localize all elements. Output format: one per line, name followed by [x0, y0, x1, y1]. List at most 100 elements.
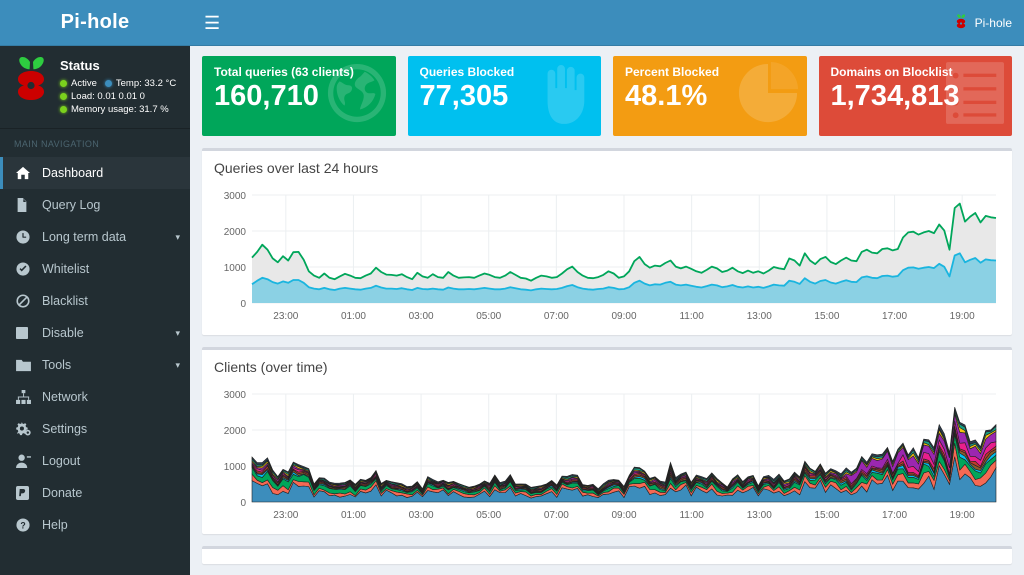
navbar-user-label: Pi-hole — [975, 16, 1012, 30]
svg-text:0: 0 — [240, 498, 246, 509]
content-wrapper: ☰ Pi-hole — [190, 0, 1024, 575]
svg-text:17:00: 17:00 — [882, 510, 907, 521]
status-active-dot — [60, 80, 67, 87]
svg-text:03:00: 03:00 — [409, 510, 434, 521]
sidebar: Pi-hole Status Active — [0, 0, 190, 575]
sidebar-link-whitelist[interactable]: Whitelist — [0, 253, 190, 285]
brand-title[interactable]: Pi-hole — [0, 0, 190, 46]
panel-title: Queries over last 24 hours — [214, 160, 378, 176]
svg-text:23:00: 23:00 — [273, 311, 298, 322]
user-out-icon — [16, 454, 34, 468]
stat-card-value: 48.1% — [625, 79, 795, 113]
sidebar-link-dashboard[interactable]: Dashboard — [0, 157, 190, 189]
svg-text:01:00: 01:00 — [341, 510, 366, 521]
sidebar-item-logout[interactable]: Logout — [0, 445, 190, 477]
sidebar-item-label: Help — [42, 518, 68, 532]
ban-icon — [16, 294, 34, 308]
svg-text:07:00: 07:00 — [544, 311, 569, 322]
stat-card-value: 77,305 — [420, 79, 590, 113]
question-icon: ? — [16, 518, 34, 532]
sidebar-item-label: Network — [42, 390, 88, 404]
status-load-label: Load: 0.01 0.01 0 — [71, 90, 145, 103]
svg-text:19:00: 19:00 — [950, 311, 975, 322]
sidebar-item-settings[interactable]: Settings — [0, 413, 190, 445]
svg-text:05:00: 05:00 — [476, 510, 501, 521]
status-active-line: Active Temp: 33.2 °C — [60, 77, 176, 90]
stat-card-label: Queries Blocked — [420, 65, 590, 79]
sidebar-item-network[interactable]: Network — [0, 381, 190, 413]
status-panel: Status Active Temp: 33.2 °C Load: 0.01 0… — [0, 46, 190, 129]
sidebar-nav: Dashboard Query Log Long term data ▾ Whi… — [0, 157, 190, 575]
folder-icon — [16, 359, 34, 372]
svg-text:?: ? — [20, 521, 25, 531]
sidebar-link-help[interactable]: ? Help — [0, 509, 190, 541]
panel-header: Clients (over time) — [202, 350, 1012, 386]
svg-text:13:00: 13:00 — [747, 510, 772, 521]
stat-cards: Total queries (63 clients) 160,710 Queri… — [202, 56, 1012, 136]
svg-text:07:00: 07:00 — [544, 510, 569, 521]
svg-text:17:00: 17:00 — [882, 311, 907, 322]
sidebar-item-label: Dashboard — [42, 166, 103, 180]
svg-text:1000: 1000 — [224, 462, 247, 473]
stat-card-percent-blocked[interactable]: Percent Blocked 48.1% — [613, 56, 807, 136]
home-icon — [16, 166, 34, 180]
sidebar-item-label: Blacklist — [42, 294, 88, 308]
status-temp-label: Temp: 33.2 °C — [116, 77, 176, 90]
sidebar-item-dashboard[interactable]: Dashboard — [0, 157, 190, 189]
svg-text:13:00: 13:00 — [747, 311, 772, 322]
sidebar-item-label: Whitelist — [42, 262, 89, 276]
status-active-label: Active — [71, 77, 97, 90]
sidebar-link-tools[interactable]: Tools ▾ — [0, 349, 190, 381]
clients-chart[interactable]: 010002000300023:0001:0003:0005:0007:0009… — [212, 386, 1002, 526]
document-icon — [16, 198, 34, 212]
sidebar-item-tools[interactable]: Tools ▾ — [0, 349, 190, 381]
sidebar-link-logout[interactable]: Logout — [0, 445, 190, 477]
raspberry-pi-logo-icon — [8, 56, 54, 112]
stat-card-total-queries[interactable]: Total queries (63 clients) 160,710 — [202, 56, 396, 136]
sidebar-item-label: Long term data — [42, 230, 126, 244]
sidebar-item-donate[interactable]: Donate — [0, 477, 190, 509]
sidebar-link-network[interactable]: Network — [0, 381, 190, 413]
svg-text:0: 0 — [240, 299, 246, 310]
sidebar-link-long-term-data[interactable]: Long term data ▾ — [0, 221, 190, 253]
sidebar-link-query-log[interactable]: Query Log — [0, 189, 190, 221]
chevron-down-icon: ▾ — [175, 232, 180, 243]
stat-card-queries-blocked[interactable]: Queries Blocked 77,305 — [408, 56, 602, 136]
svg-text:11:00: 11:00 — [679, 311, 704, 322]
sidebar-link-settings[interactable]: Settings — [0, 413, 190, 445]
pihole-dashboard: Pi-hole Status Active — [0, 0, 1024, 575]
sidebar-link-blacklist[interactable]: Blacklist — [0, 285, 190, 317]
svg-text:15:00: 15:00 — [814, 311, 839, 322]
sidebar-item-label: Query Log — [42, 198, 100, 212]
hamburger-icon[interactable]: ☰ — [204, 14, 220, 32]
status-memory-line: Memory usage: 31.7 % — [60, 103, 176, 116]
svg-text:11:00: 11:00 — [679, 510, 704, 521]
sidebar-item-query-log[interactable]: Query Log — [0, 189, 190, 221]
stat-card-label: Total queries (63 clients) — [214, 65, 384, 79]
svg-text:19:00: 19:00 — [950, 510, 975, 521]
svg-text:09:00: 09:00 — [611, 311, 636, 322]
panel-clients-over-time: Clients (over time) 010002000300023:0001… — [202, 347, 1012, 534]
stop-icon — [16, 327, 34, 339]
sidebar-link-donate[interactable]: Donate — [0, 477, 190, 509]
sidebar-item-help[interactable]: ? Help — [0, 509, 190, 541]
svg-text:05:00: 05:00 — [476, 311, 501, 322]
stat-card-value: 160,710 — [214, 79, 384, 113]
status-temp-dot — [105, 80, 112, 87]
stat-card-domains-blocklist[interactable]: Domains on Blocklist 1,734,813 — [819, 56, 1013, 136]
sidebar-item-long-term-data[interactable]: Long term data ▾ — [0, 221, 190, 253]
sidebar-item-disable[interactable]: Disable ▾ — [0, 317, 190, 349]
svg-text:23:00: 23:00 — [273, 510, 298, 521]
status-memory-dot — [60, 106, 67, 113]
navbar-user-menu[interactable]: Pi-hole — [953, 14, 1012, 32]
status-load-dot — [60, 93, 67, 100]
sidebar-item-whitelist[interactable]: Whitelist — [0, 253, 190, 285]
svg-text:15:00: 15:00 — [814, 510, 839, 521]
queries-chart[interactable]: 010002000300023:0001:0003:0005:0007:0009… — [212, 187, 1002, 327]
status-load-line: Load: 0.01 0.01 0 — [60, 90, 176, 103]
panel-body: 010002000300023:0001:0003:0005:0007:0009… — [202, 386, 1012, 534]
sidebar-item-label: Donate — [42, 486, 82, 500]
sidebar-item-blacklist[interactable]: Blacklist — [0, 285, 190, 317]
sidebar-link-disable[interactable]: Disable ▾ — [0, 317, 190, 349]
paypal-icon — [16, 486, 34, 500]
